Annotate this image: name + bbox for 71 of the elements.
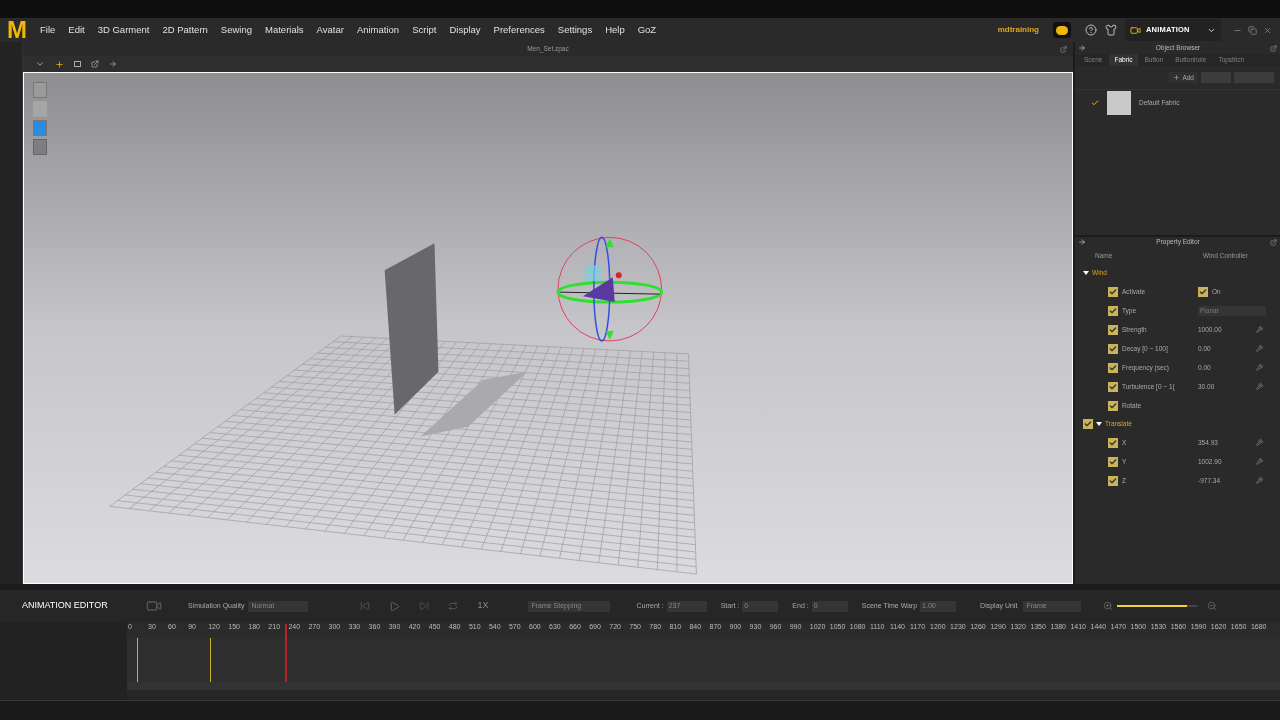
menu-item[interactable]: Edit <box>68 22 85 38</box>
checkbox[interactable] <box>1108 286 1118 297</box>
checkbox[interactable] <box>1108 456 1118 467</box>
cloud-icon[interactable] <box>1053 22 1071 38</box>
wrench-icon[interactable] <box>1256 439 1263 446</box>
key-marker[interactable] <box>210 638 212 682</box>
plus-icon <box>1173 74 1181 81</box>
fabric-swatch <box>1107 90 1131 115</box>
checkbox[interactable] <box>1108 381 1118 392</box>
menu-item[interactable]: Sewing <box>220 22 253 38</box>
checkbox[interactable] <box>1108 400 1118 411</box>
menu-item[interactable]: 2D Pattern <box>162 22 208 38</box>
cloth-panel[interactable] <box>384 243 439 415</box>
checkbox[interactable] <box>1198 286 1208 297</box>
menu-item[interactable]: Avatar <box>316 22 344 38</box>
menu-item[interactable]: File <box>40 22 56 38</box>
key-marker[interactable] <box>137 638 139 682</box>
menu-item[interactable]: GoZ <box>637 22 657 38</box>
speed-button[interactable]: 1X <box>477 599 489 613</box>
popout-icon[interactable] <box>1270 44 1277 52</box>
playhead[interactable] <box>285 624 288 682</box>
menu-item[interactable]: Settings <box>557 22 593 38</box>
rectangle-tool-icon[interactable] <box>73 61 81 67</box>
wrench-icon[interactable] <box>1256 458 1263 465</box>
wrench-icon[interactable] <box>1256 383 1263 390</box>
menu-item[interactable]: Preferences <box>493 22 545 38</box>
checkbox[interactable] <box>1083 419 1093 429</box>
timeline-ruler[interactable] <box>127 622 1280 638</box>
dock-arrow-icon[interactable] <box>1078 238 1086 246</box>
user-name[interactable]: mdtraining <box>997 24 1039 36</box>
camera-icon <box>1130 24 1141 36</box>
timeline-scrollbar[interactable] <box>127 682 1280 690</box>
avatar-view-icon[interactable] <box>32 139 47 155</box>
check-icon[interactable] <box>1091 98 1099 107</box>
menu-item[interactable]: Script <box>412 22 437 38</box>
close-icon[interactable] <box>1263 25 1272 35</box>
menu-item[interactable]: Display <box>449 22 481 38</box>
expand-arrow-icon[interactable] <box>1096 421 1102 427</box>
wrench-icon[interactable] <box>1256 477 1263 484</box>
wind-gizmo-drawing[interactable] <box>556 236 664 342</box>
wrench-icon[interactable] <box>1256 364 1263 371</box>
zoom-in-icon[interactable] <box>1103 601 1114 611</box>
editor-title: ANIMATION EDITOR <box>21 599 109 613</box>
help-icon[interactable] <box>1085 24 1097 36</box>
menu-item[interactable]: Materials <box>265 22 304 38</box>
checkbox[interactable] <box>1108 475 1118 486</box>
arrow-tool-icon[interactable] <box>108 60 117 68</box>
add-icon[interactable] <box>54 59 64 69</box>
menu-item[interactable]: 3D Garment <box>97 22 150 38</box>
restore-icon[interactable] <box>1248 25 1257 35</box>
popout-icon[interactable] <box>1270 238 1277 246</box>
checkbox[interactable] <box>1108 343 1118 354</box>
expand-arrow-icon[interactable] <box>1083 270 1089 276</box>
transform-icon[interactable] <box>90 60 99 68</box>
loop-icon[interactable] <box>448 601 459 611</box>
checkbox[interactable] <box>1108 324 1118 335</box>
dock-arrow-icon[interactable] <box>1078 44 1086 52</box>
popout-icon[interactable] <box>1060 45 1067 53</box>
wrench-icon[interactable] <box>1256 326 1263 333</box>
wrench-icon[interactable] <box>1256 345 1263 352</box>
shirt-icon[interactable] <box>1105 24 1117 36</box>
menu-item[interactable]: Animation <box>356 22 400 38</box>
checkbox[interactable] <box>1108 362 1118 373</box>
app-logo[interactable]: M <box>0 18 34 42</box>
play-icon[interactable] <box>389 600 401 612</box>
zoom-out-icon[interactable] <box>1207 601 1218 611</box>
record-camera-icon[interactable] <box>146 598 162 614</box>
menu-item[interactable]: Help <box>605 22 625 38</box>
checkbox[interactable] <box>1108 305 1118 316</box>
3d-viewport[interactable] <box>22 72 1073 584</box>
checkbox[interactable] <box>1108 437 1118 448</box>
